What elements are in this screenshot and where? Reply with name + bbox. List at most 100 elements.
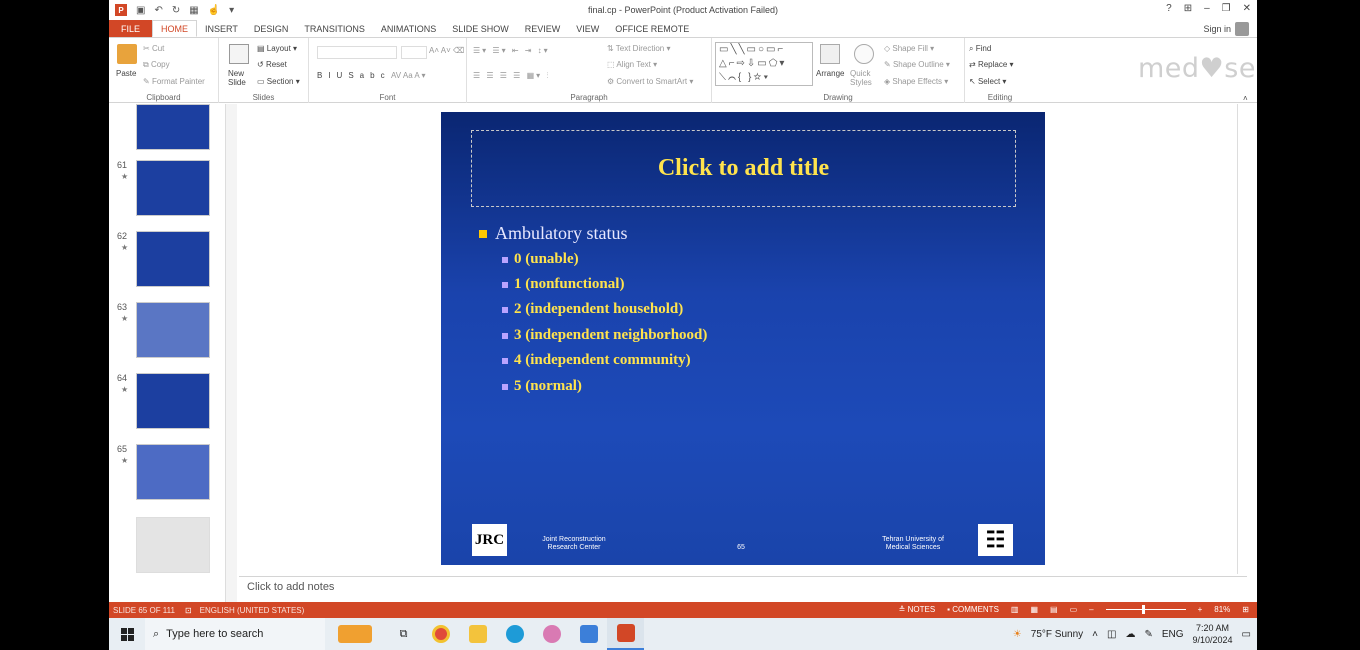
zoom-level[interactable]: 81% — [1214, 605, 1230, 614]
edge-icon[interactable] — [496, 618, 533, 650]
paint-icon[interactable] — [533, 618, 570, 650]
paste-button[interactable]: Paste — [116, 69, 136, 78]
network-icon[interactable]: ☁ — [1125, 629, 1135, 640]
sub-bullet[interactable]: 2 (independent household) — [502, 301, 683, 318]
grow-shrink-font-buttons[interactable]: A˄ A˅ ⌫ — [429, 46, 464, 55]
layout-button[interactable]: ▤ Layout ▾ — [257, 44, 297, 53]
font-color-buttons[interactable]: AV Aa A ▾ — [391, 71, 426, 80]
tab-animations[interactable]: ANIMATIONS — [373, 20, 444, 37]
bullet-ambulatory-status[interactable]: Ambulatory status — [479, 223, 628, 244]
quick-styles-button[interactable]: Quick Styles — [850, 69, 878, 87]
weather-text[interactable]: 75°F Sunny — [1031, 629, 1083, 640]
new-slide-button[interactable]: New Slide — [228, 69, 256, 87]
app-icon[interactable] — [570, 618, 607, 650]
normal-view-icon[interactable]: ▥ — [1011, 605, 1019, 614]
font-size-box[interactable] — [401, 46, 427, 59]
file-explorer-icon[interactable] — [459, 618, 496, 650]
weather-icon[interactable]: ☀ — [1013, 629, 1022, 640]
arrange-icon[interactable] — [820, 44, 840, 64]
sub-bullet-square-icon — [502, 332, 508, 339]
tab-office-remote[interactable]: OFFICE REMOTE — [607, 20, 697, 37]
editing-label: Editing — [987, 93, 1013, 102]
search-highlight-icon[interactable] — [325, 618, 385, 650]
notifications-icon[interactable]: ▭ — [1242, 629, 1251, 640]
thumbnails-scrollbar[interactable] — [225, 104, 237, 602]
comments-toggle[interactable]: ▪ COMMENTS — [947, 605, 999, 614]
sub-bullet[interactable]: 5 (normal) — [502, 378, 582, 395]
copy-button[interactable]: ⧉ Copy — [143, 60, 170, 70]
sub-bullet[interactable]: 0 (unable) — [502, 251, 579, 268]
convert-smartart-button[interactable]: ⚙ Convert to SmartArt ▾ — [607, 77, 693, 86]
sub-bullet[interactable]: 3 (independent neighborhood) — [502, 327, 707, 344]
font-format-buttons[interactable]: BIUSabc — [317, 71, 391, 80]
language-indicator[interactable]: ENGLISH (UNITED STATES) — [192, 606, 305, 615]
sub-bullet[interactable]: 4 (independent community) — [502, 352, 691, 369]
powerpoint-taskbar-icon[interactable] — [607, 618, 644, 650]
thumbnail-image — [136, 231, 210, 287]
quick-styles-icon[interactable] — [854, 44, 874, 64]
close-button[interactable]: ✕ — [1243, 3, 1251, 14]
tab-slide-show[interactable]: SLIDE SHOW — [444, 20, 517, 37]
start-button[interactable] — [109, 618, 145, 650]
list-buttons[interactable]: ☰▾ ☰▾ ⇤ ⇥ ↕▾ — [473, 46, 550, 55]
help-icon[interactable]: ? — [1166, 3, 1172, 14]
clock[interactable]: 7:20 AM 9/10/2024 — [1193, 622, 1233, 646]
tab-insert[interactable]: INSERT — [197, 20, 246, 37]
shape-outline-button[interactable]: ✎ Shape Outline ▾ — [884, 60, 950, 69]
shapes-gallery[interactable]: ▭╲╲▭○▭⌐ △⌐⇨⇩▭⬠▾ ⟍⌒{ }☆▾ — [715, 42, 813, 86]
zoom-out-button[interactable]: – — [1089, 605, 1093, 614]
section-button[interactable]: ▭ Section ▾ — [257, 77, 300, 86]
zoom-slider[interactable] — [1105, 605, 1186, 614]
task-view-icon[interactable]: ⧉ — [385, 618, 422, 650]
select-button[interactable]: ↖ Select ▾ — [969, 77, 1006, 86]
restore-button[interactable]: ❐ — [1222, 3, 1231, 14]
slide-sorter-icon[interactable]: ▦ — [1030, 605, 1038, 614]
arrange-button[interactable]: Arrange — [816, 69, 844, 78]
editor-scrollbar[interactable] — [1237, 104, 1247, 574]
security-icon[interactable]: ◫ — [1107, 629, 1116, 640]
align-buttons[interactable]: ☰ ☰ ☰ ☰ ▦▾ ⫶ — [473, 71, 550, 81]
align-text-button[interactable]: ⬚ Align Text ▾ — [607, 60, 657, 69]
pen-icon[interactable]: ✎ — [1144, 629, 1152, 640]
reset-button[interactable]: ↺ Reset — [257, 60, 287, 69]
tab-design[interactable]: DESIGN — [246, 20, 297, 37]
show-hidden-icons[interactable]: ˄ — [1092, 629, 1098, 640]
zoom-in-button[interactable]: + — [1198, 605, 1203, 614]
current-slide[interactable]: Click to add title Ambulatory status 0 (… — [441, 112, 1045, 565]
title-placeholder[interactable]: Click to add title — [471, 130, 1016, 207]
collapse-ribbon-icon[interactable]: ˄ — [1243, 94, 1248, 103]
clipboard-label: Clipboard — [146, 93, 181, 102]
shape-effects-button[interactable]: ◈ Shape Effects ▾ — [884, 77, 948, 86]
tab-review[interactable]: REVIEW — [517, 20, 569, 37]
title-bar: P ▣ ↶ ↻ ▦ ☝ ▾ final.cp - PowerPoint (Pro… — [109, 0, 1257, 20]
slideshow-view-icon[interactable]: ▭ — [1070, 605, 1078, 614]
minimize-button[interactable]: – — [1204, 3, 1210, 14]
zoom-slider-thumb[interactable] — [1141, 605, 1145, 614]
font-name-box[interactable] — [317, 46, 397, 59]
notes-toggle[interactable]: ≙ NOTES — [899, 605, 936, 614]
tab-file[interactable]: FILE — [109, 20, 153, 37]
reading-view-icon[interactable]: ▤ — [1050, 605, 1058, 614]
spell-check-icon[interactable]: ⊡ — [175, 606, 192, 615]
chrome-icon[interactable] — [422, 618, 459, 650]
cut-button[interactable]: ✂ Cut — [143, 44, 164, 53]
tab-home[interactable]: HOME — [152, 20, 198, 37]
taskbar-search[interactable]: ⌕ Type here to search — [145, 618, 325, 650]
replace-button[interactable]: ⇄ Replace ▾ — [969, 60, 1014, 69]
find-button[interactable]: ⌕ Find — [969, 44, 991, 54]
notes-pane[interactable]: Click to add notes — [239, 576, 1247, 602]
language-indicator-taskbar[interactable]: ENG — [1162, 629, 1184, 640]
tab-view[interactable]: VIEW — [568, 20, 607, 37]
sub-bullet-text: 4 (independent community) — [514, 352, 691, 368]
format-painter-button[interactable]: ✎ Format Painter — [143, 77, 205, 86]
fit-slide-icon[interactable]: ⊞ — [1242, 605, 1249, 614]
shape-fill-button[interactable]: ◇ Shape Fill ▾ — [884, 44, 934, 53]
paste-icon[interactable] — [117, 44, 137, 64]
tab-transitions[interactable]: TRANSITIONS — [296, 20, 373, 37]
new-slide-icon[interactable] — [229, 44, 249, 64]
ribbon-display-icon[interactable]: ⊞ — [1184, 3, 1192, 14]
sub-bullet-square-icon — [502, 306, 508, 313]
sub-bullet[interactable]: 1 (nonfunctional) — [502, 276, 624, 293]
sign-in[interactable]: Sign in — [1203, 22, 1249, 36]
text-direction-button[interactable]: ⇅ Text Direction ▾ — [607, 44, 671, 53]
